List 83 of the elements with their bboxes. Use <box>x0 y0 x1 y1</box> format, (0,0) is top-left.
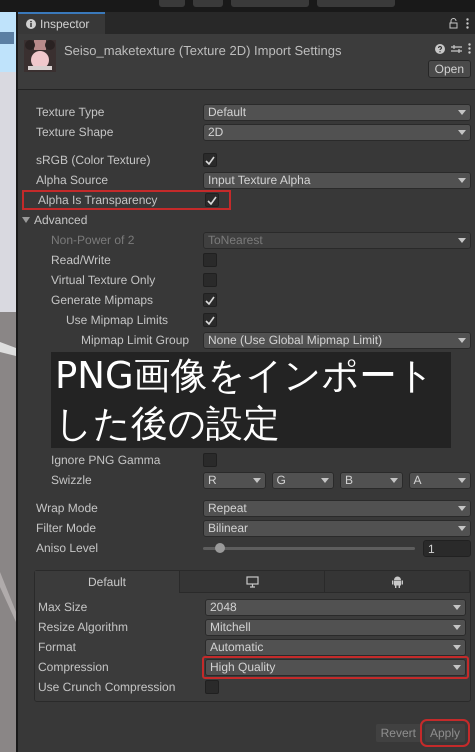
field-label: Texture Shape <box>36 125 114 139</box>
caret-icon <box>458 238 466 242</box>
platform-tab[interactable]: Default <box>35 571 180 593</box>
field-label: Texture Type <box>36 105 106 119</box>
footer-button[interactable]: Apply <box>424 724 465 742</box>
dropdown[interactable]: Automatic <box>205 638 466 656</box>
dropdown[interactable]: Input Texture Alpha <box>203 172 471 188</box>
field-label: Read/Write <box>51 253 112 267</box>
android-icon <box>392 575 402 588</box>
more-icon[interactable] <box>466 18 469 28</box>
checkbox[interactable] <box>203 253 217 267</box>
foldout[interactable]: Advanced <box>22 213 88 227</box>
slider-thumb[interactable] <box>214 543 225 553</box>
caret-icon <box>453 604 461 610</box>
field-label: sRGB (Color Texture) <box>36 153 152 167</box>
dropdown[interactable]: High Quality <box>205 658 466 676</box>
tab-label: Inspector <box>40 17 90 31</box>
checkbox[interactable] <box>203 453 217 467</box>
dropdown[interactable]: A <box>408 472 471 488</box>
dropdown[interactable]: Repeat <box>203 500 471 516</box>
caret-icon <box>321 478 329 482</box>
checkbox[interactable] <box>203 153 217 167</box>
checkmark-icon <box>207 196 217 204</box>
checkbox[interactable] <box>203 313 217 327</box>
field-label: Filter Mode <box>36 521 98 535</box>
dropdown[interactable]: G <box>272 472 334 488</box>
caret-icon <box>458 478 466 482</box>
info-icon <box>26 19 36 29</box>
field-label: Format <box>38 640 78 654</box>
caret-icon <box>453 624 461 630</box>
monitor-icon <box>246 576 258 588</box>
dropdown[interactable]: B <box>340 472 402 488</box>
caret-icon <box>453 644 461 650</box>
caption-overlay: PNG画像をインポートした後の設定 <box>51 352 451 448</box>
checkbox[interactable] <box>203 273 217 287</box>
lock-icon[interactable] <box>449 18 458 28</box>
field-label: Alpha Is Transparency <box>38 193 158 207</box>
field-label: Aniso Level <box>36 541 100 555</box>
footer-button[interactable]: Revert <box>376 724 421 742</box>
caret-icon <box>458 338 466 342</box>
checkbox[interactable] <box>205 193 219 207</box>
field-label: Use Mipmap Limits <box>66 313 170 327</box>
checkbox[interactable] <box>205 680 219 694</box>
caret-icon <box>458 526 466 530</box>
foldout-arrow-icon <box>22 216 30 224</box>
field-label: Compression <box>38 660 110 674</box>
field-label: Alpha Source <box>36 173 110 187</box>
dropdown[interactable]: Mitchell <box>205 618 466 636</box>
field-label: Use Crunch Compression <box>38 680 176 694</box>
caret-icon <box>390 478 398 482</box>
caret-icon <box>458 178 466 182</box>
field-label: Virtual Texture Only <box>51 273 156 287</box>
more-icon[interactable] <box>468 43 471 54</box>
field-label: Mipmap Limit Group <box>81 333 190 347</box>
checkmark-icon <box>205 156 215 164</box>
dropdown[interactable]: R <box>203 472 266 488</box>
dropdown[interactable]: Bilinear <box>203 520 471 536</box>
dropdown[interactable]: 2048 <box>205 598 466 616</box>
caret-icon <box>458 506 466 510</box>
caret-icon <box>453 664 461 670</box>
checkmark-icon <box>205 316 215 324</box>
field-label: Wrap Mode <box>36 501 99 515</box>
number-field[interactable]: 1 <box>423 540 471 556</box>
dropdown[interactable]: 2D <box>203 124 471 140</box>
field-label: Swizzle <box>51 473 93 487</box>
help-icon[interactable] <box>435 44 445 54</box>
field-label: Non-Power of 2 <box>51 233 136 247</box>
asset-title: Seiso_maketexture (Texture 2D) Import Settings <box>64 43 342 58</box>
caret-icon <box>458 110 466 114</box>
open-button[interactable]: Open <box>428 60 471 78</box>
dropdown[interactable]: None (Use Global Mipmap Limit) <box>203 332 471 348</box>
field-label: Ignore PNG Gamma <box>51 453 162 467</box>
platform-tab[interactable] <box>325 571 470 593</box>
field-label: Resize Algorithm <box>38 620 130 634</box>
checkbox[interactable] <box>203 293 217 307</box>
caret-icon <box>458 130 466 134</box>
inspector-tab[interactable]: Inspector <box>18 12 106 34</box>
caret-icon <box>252 478 260 482</box>
dropdown[interactable]: Default <box>203 104 471 120</box>
field-label: Generate Mipmaps <box>51 293 154 307</box>
sliders-icon[interactable] <box>451 44 462 54</box>
field-label: Max Size <box>38 600 88 614</box>
checkmark-icon <box>205 296 215 304</box>
